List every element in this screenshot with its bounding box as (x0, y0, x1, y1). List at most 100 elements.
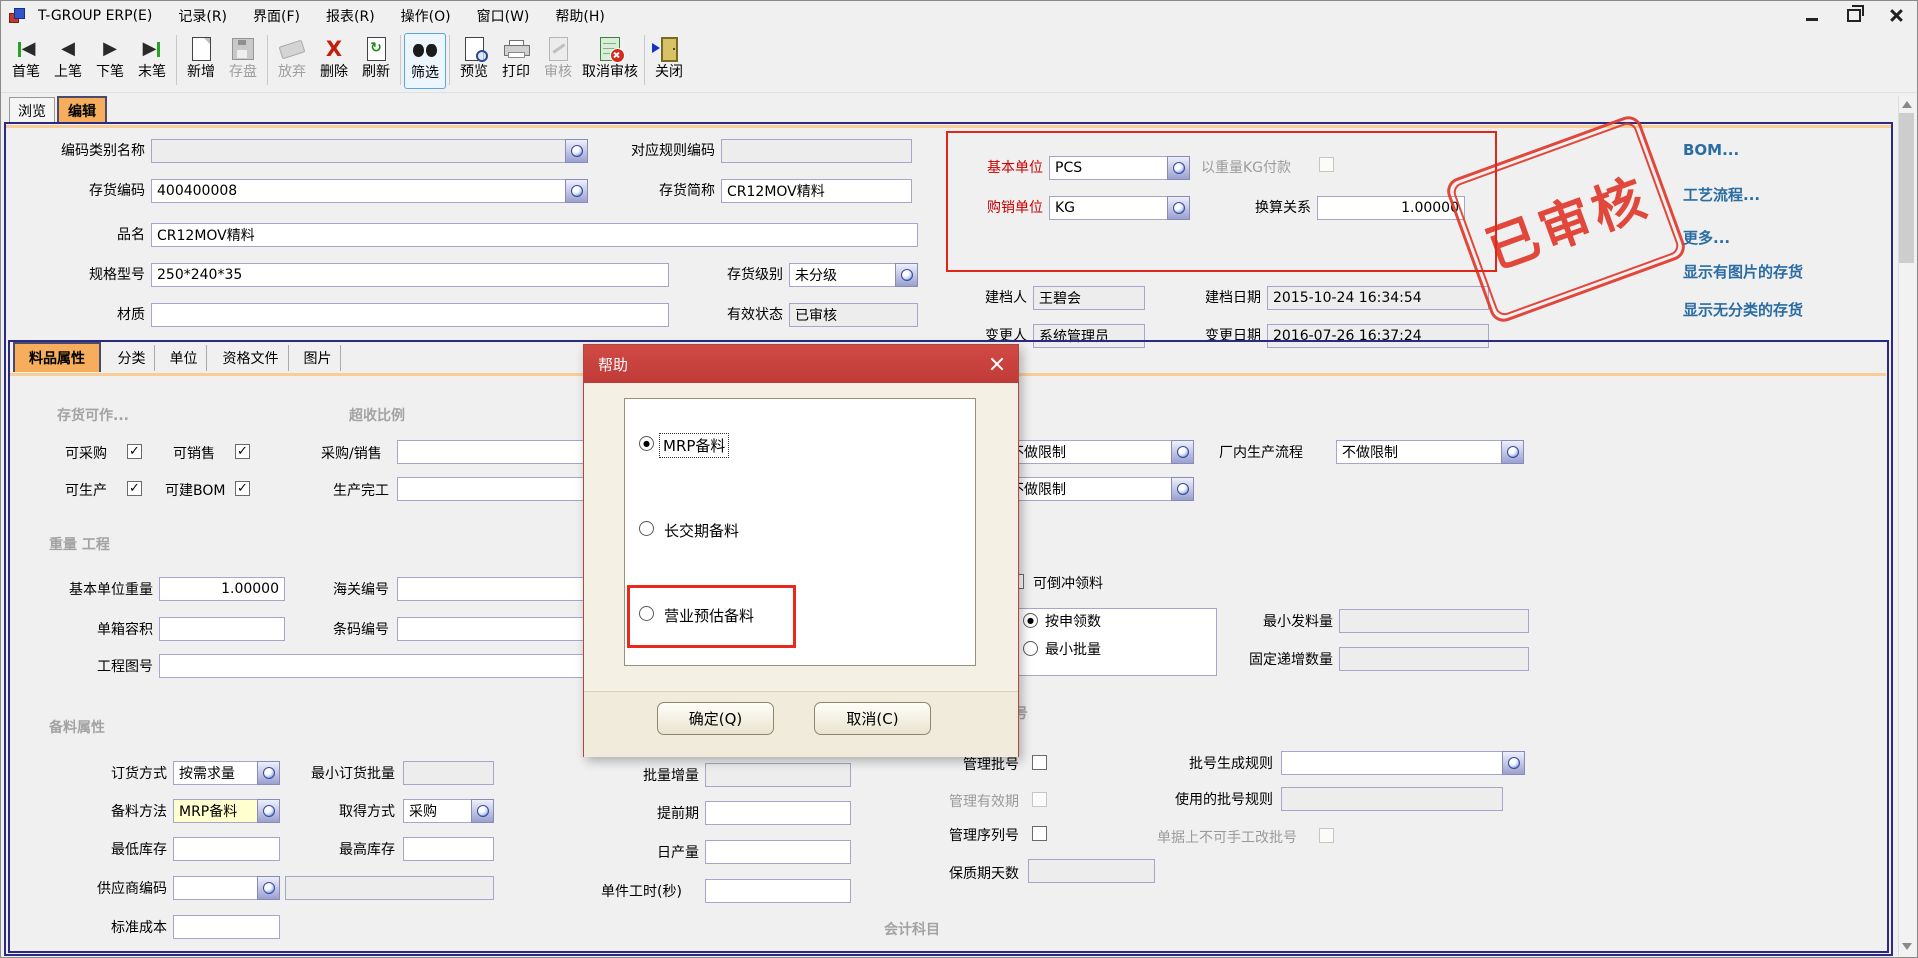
eraser-icon (280, 35, 304, 63)
bomable-label: 可建BOM (165, 482, 225, 500)
batch-rule-lookup-icon[interactable] (1502, 751, 1525, 775)
toolbar-cancel-audit-button[interactable]: 取消审核 (579, 33, 641, 89)
binoculars-icon (413, 36, 437, 64)
link-process-flow[interactable]: 工艺流程... (1683, 184, 1760, 205)
limit2-lookup-icon[interactable] (1171, 477, 1194, 501)
cdate-label: 建档日期 (1205, 289, 1261, 307)
batch-inc-field (705, 763, 851, 787)
audit-page-icon (549, 35, 568, 63)
limit1-lookup-icon[interactable] (1171, 440, 1194, 464)
limit2-field[interactable]: 不做限制 (1004, 477, 1194, 501)
subtab-picture[interactable]: 图片 (295, 345, 341, 371)
menu-bar: T-GROUP ERP(E) 记录(R) 界面(F) 报表(R) 操作(O) 窗… (1, 1, 1918, 31)
scroll-up-icon[interactable] (1902, 101, 1912, 108)
link-show-with-picture[interactable]: 显示有图片的存货 (1683, 261, 1803, 282)
printer-icon (504, 35, 528, 63)
toolbar-next-button[interactable]: ▶ 下笔 (89, 33, 131, 89)
min-stock-field[interactable] (173, 837, 280, 861)
subtab-item-attribute[interactable]: 料品属性 (13, 342, 101, 372)
spec-field[interactable]: 250*240*35 (151, 263, 669, 287)
toolbar-close-button[interactable]: 关闭 (648, 33, 690, 89)
menu-help[interactable]: 帮助(H) (542, 3, 617, 29)
dialog-mrp-radio[interactable]: ● (639, 436, 654, 451)
new-document-icon (192, 35, 211, 63)
max-stock-field[interactable] (403, 837, 494, 861)
subtab-classification[interactable]: 分类 (109, 345, 155, 371)
restore-button[interactable] (1841, 5, 1867, 25)
inv-level-lookup-icon[interactable] (895, 263, 918, 287)
lead-time-field[interactable] (705, 801, 851, 825)
toolbar-prev-button[interactable]: ◀ 上笔 (47, 33, 89, 89)
order-mode-lookup-icon[interactable] (257, 761, 280, 785)
link-bom[interactable]: BOM... (1683, 141, 1739, 159)
sellable-checkbox[interactable]: ✓ (235, 444, 250, 459)
std-cost-label: 标准成本 (111, 919, 167, 937)
prep-method-lookup-icon[interactable] (257, 799, 280, 823)
acquire-lookup-icon[interactable] (471, 799, 494, 823)
toolbar-delete-button[interactable]: X 删除 (313, 33, 355, 89)
batch-rule-field[interactable] (1281, 751, 1525, 775)
purchasable-checkbox[interactable]: ✓ (127, 444, 142, 459)
close-button[interactable] (1883, 5, 1909, 25)
code-class-lookup-icon[interactable] (565, 139, 588, 163)
bomable-checkbox[interactable]: ✓ (235, 481, 250, 496)
toolbar-first-button[interactable]: ◀ 首笔 (5, 33, 47, 89)
daily-out-field[interactable] (705, 840, 851, 864)
toolbar-new-button[interactable]: 新增 (180, 33, 222, 89)
dialog-cancel-button[interactable]: 取消(C) (814, 702, 931, 735)
pname-field[interactable]: CR12MOV精料 (151, 223, 918, 247)
tab-browse[interactable]: 浏览 (9, 97, 55, 123)
dialog-footer (584, 691, 1018, 757)
menu-interface[interactable]: 界面(F) (240, 3, 313, 29)
unit-time-field[interactable] (705, 879, 851, 903)
scrollbar-thumb[interactable] (1899, 113, 1914, 263)
supplier-lookup-icon[interactable] (257, 876, 280, 900)
subtab-unit[interactable]: 单位 (161, 345, 207, 371)
box-vol-field[interactable] (159, 617, 285, 641)
link-more[interactable]: 更多... (1683, 227, 1730, 248)
by-request-radio[interactable]: ● (1023, 613, 1038, 628)
toolbar-last-button[interactable]: ▶ 末笔 (131, 33, 173, 89)
ps-ratio-label: 采购/销售 (321, 445, 382, 463)
menu-report[interactable]: 报表(R) (313, 3, 388, 29)
preview-magnifier-icon (465, 35, 484, 63)
menu-operation[interactable]: 操作(O) (388, 3, 464, 29)
purchasable-label: 可采购 (65, 445, 107, 463)
max-stock-label: 最高库存 (339, 841, 395, 859)
min-issue-label: 最小发料量 (1263, 613, 1333, 631)
menu-app[interactable]: T-GROUP ERP(E) (25, 5, 165, 27)
inv-code-lookup-icon[interactable] (565, 179, 588, 203)
scroll-down-icon[interactable] (1902, 943, 1912, 950)
toolbar-refresh-button[interactable]: ↻ 刷新 (355, 33, 397, 89)
dialog-longlead-radio[interactable] (639, 521, 654, 536)
std-cost-field[interactable] (173, 915, 280, 939)
toolbar-print-button[interactable]: 打印 (495, 33, 537, 89)
mng-batch-checkbox[interactable] (1032, 755, 1047, 770)
tab-edit[interactable]: 编辑 (57, 96, 107, 123)
menu-window[interactable]: 窗口(W) (464, 3, 543, 29)
inv-code-field[interactable]: 400400008 (151, 179, 588, 203)
minimize-button[interactable] (1799, 5, 1825, 25)
section-account: 会计科目 (884, 919, 940, 939)
dialog-mrp-option[interactable]: MRP备料 (660, 434, 728, 457)
menu-record[interactable]: 记录(R) (165, 3, 240, 29)
material-field[interactable] (151, 303, 669, 327)
used-rule-field (1281, 787, 1503, 811)
customs-label: 海关编号 (333, 581, 389, 599)
min-order-label: 最小订货批量 (311, 765, 395, 783)
inv-short-field[interactable]: CR12MOV精料 (721, 179, 912, 203)
min-batch-radio[interactable] (1023, 641, 1038, 656)
producible-checkbox[interactable]: ✓ (127, 481, 142, 496)
mng-serial-checkbox[interactable] (1032, 826, 1047, 841)
subtab-qualification[interactable]: 资格文件 (213, 345, 289, 371)
toolbar-preview-button[interactable]: 预览 (453, 33, 495, 89)
limit1-field[interactable]: 不做限制 (1004, 440, 1194, 464)
dialog-close-icon[interactable] (988, 355, 1006, 373)
factory-flow-field[interactable]: 不做限制 (1336, 440, 1524, 464)
toolbar-filter-button[interactable]: 筛选 (404, 33, 446, 89)
link-show-unclassified[interactable]: 显示无分类的存货 (1683, 299, 1803, 320)
dialog-longlead-option[interactable]: 长交期备料 (664, 520, 739, 541)
factory-flow-lookup-icon[interactable] (1501, 440, 1524, 464)
unit-weight-field[interactable]: 1.00000 (159, 577, 285, 601)
dialog-ok-button[interactable]: 确定(Q) (657, 702, 774, 735)
